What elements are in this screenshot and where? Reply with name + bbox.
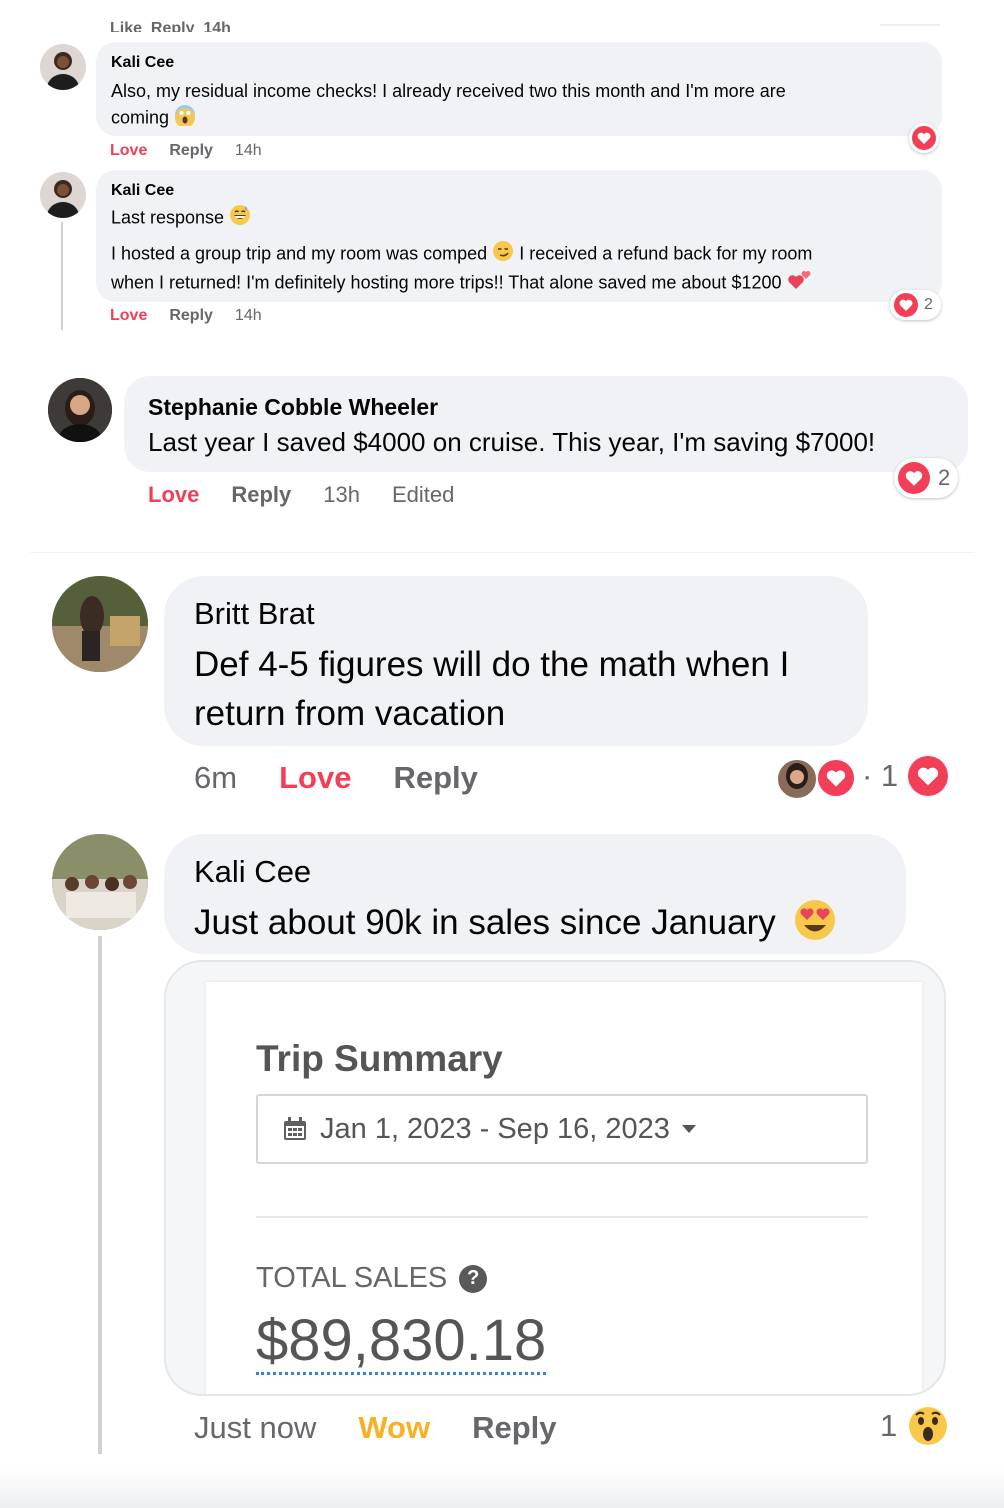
scream-emoji-icon — [174, 104, 196, 133]
love-button[interactable]: Love — [110, 307, 147, 325]
comment-text: Def 4-5 figures will do the math when I … — [194, 645, 790, 733]
comment-bubble: Kali Cee Also, my residual income checks… — [96, 42, 942, 136]
avatar[interactable] — [40, 172, 86, 218]
reaction-count: 2 — [924, 296, 933, 313]
reaction-count-badge[interactable]: 2 — [894, 458, 959, 498]
comment-author[interactable]: Stephanie Cobble Wheeler — [148, 394, 438, 421]
love-button[interactable]: Love — [279, 760, 351, 796]
total-sales-label: TOTAL SALES ? — [256, 1262, 488, 1295]
wow-button[interactable]: Wow — [358, 1410, 430, 1446]
reply-button[interactable]: Reply — [231, 482, 291, 508]
total-sales-value[interactable]: $89,830.18 — [256, 1310, 547, 1375]
divider — [880, 24, 940, 26]
date-range-value: Jan 1, 2023 - Sep 16, 2023 — [320, 1112, 670, 1145]
edited-label: Edited — [392, 482, 455, 507]
love-reaction-icon — [909, 123, 939, 153]
grin-sweat-emoji-icon — [229, 204, 251, 233]
comment-time[interactable]: 14h — [235, 142, 262, 160]
hearts-emoji-icon — [787, 269, 813, 298]
trip-summary-panel: Trip Summary Jan 1, 2023 - Sep 16, 2023 … — [206, 982, 922, 1394]
comment-actions: Love Reply 14h — [110, 305, 262, 327]
reply-count: · 1 — [862, 758, 899, 793]
comment-bubble: Stephanie Cobble Wheeler Last year I sav… — [124, 376, 968, 472]
heart-icon — [912, 126, 936, 150]
love-button[interactable]: Love — [148, 482, 199, 508]
comment-actions: Just now Wow Reply — [194, 1408, 557, 1448]
comment-time[interactable]: 13h — [323, 482, 360, 508]
trip-summary-title: Trip Summary — [256, 1038, 503, 1079]
comment-actions: Love Reply 14h — [110, 140, 262, 162]
reactor-avatar — [776, 758, 818, 800]
comment-text-body: I hosted a group trip and my room was co… — [111, 240, 931, 298]
divider — [256, 1216, 868, 1218]
reaction-count: 1 — [880, 1408, 898, 1443]
comment-actions: Love Reply 13h Edited — [148, 480, 454, 510]
calendar-icon — [282, 1116, 308, 1142]
comment-text: Last response — [111, 204, 251, 233]
reaction-summary[interactable]: 1 — [880, 1404, 949, 1448]
reaction-count: 2 — [938, 465, 951, 490]
bottom-fade — [0, 1468, 1004, 1508]
comment-author[interactable]: Britt Brat — [194, 596, 315, 632]
wow-emoji-icon — [907, 1405, 949, 1447]
smirk-emoji-icon — [492, 240, 514, 269]
heart-icon — [894, 293, 918, 317]
reply-button[interactable]: Reply — [169, 307, 213, 325]
thread-line — [98, 936, 102, 1454]
divider — [30, 552, 974, 553]
comment-actions: 6m Love Reply — [194, 758, 478, 798]
avatar[interactable] — [40, 44, 86, 90]
avatar[interactable] — [52, 576, 148, 672]
caret-down-icon — [681, 1124, 696, 1134]
heart-icon — [908, 756, 948, 796]
thread-line — [61, 222, 63, 330]
reply-reactors[interactable]: · 1 — [776, 756, 952, 800]
avatar[interactable] — [48, 378, 112, 442]
previous-comment-actions-cut: Like Reply 14h — [110, 20, 231, 32]
reply-button[interactable]: Reply — [393, 760, 477, 796]
help-icon[interactable]: ? — [459, 1264, 488, 1293]
comment-author[interactable]: Kali Cee — [194, 854, 311, 890]
comment-text: Last year I saved $4000 on cruise. This … — [148, 427, 876, 457]
comment-bubble: Kali Cee Just about 90k in sales since J… — [164, 834, 906, 954]
love-button[interactable]: Love — [110, 142, 147, 160]
reply-button[interactable]: Reply — [169, 142, 213, 160]
heart-eyes-emoji-icon — [793, 898, 837, 951]
reaction-count-badge[interactable]: 2 — [890, 290, 941, 320]
comment-time[interactable]: Just now — [194, 1410, 316, 1446]
reply-button[interactable]: Reply — [472, 1410, 556, 1446]
comment-author[interactable]: Kali Cee — [111, 54, 174, 72]
avatar[interactable] — [52, 834, 148, 930]
comment-author[interactable]: Kali Cee — [111, 182, 174, 200]
comment-time[interactable]: 6m — [194, 760, 237, 796]
heart-icon — [816, 758, 856, 798]
comment-bubble: Kali Cee Last response I hosted a group … — [96, 170, 942, 302]
comment-text: Also, my residual income checks! I alrea… — [111, 78, 931, 133]
comment-time[interactable]: 14h — [235, 307, 262, 325]
comment-bubble: Britt Brat Def 4-5 figures will do the m… — [164, 576, 868, 746]
comment-text: Just about 90k in sales since January — [194, 898, 837, 951]
date-range-select[interactable]: Jan 1, 2023 - Sep 16, 2023 — [256, 1094, 868, 1164]
heart-icon — [898, 462, 930, 494]
attachment-screenshot[interactable]: Trip Summary Jan 1, 2023 - Sep 16, 2023 … — [164, 960, 946, 1396]
